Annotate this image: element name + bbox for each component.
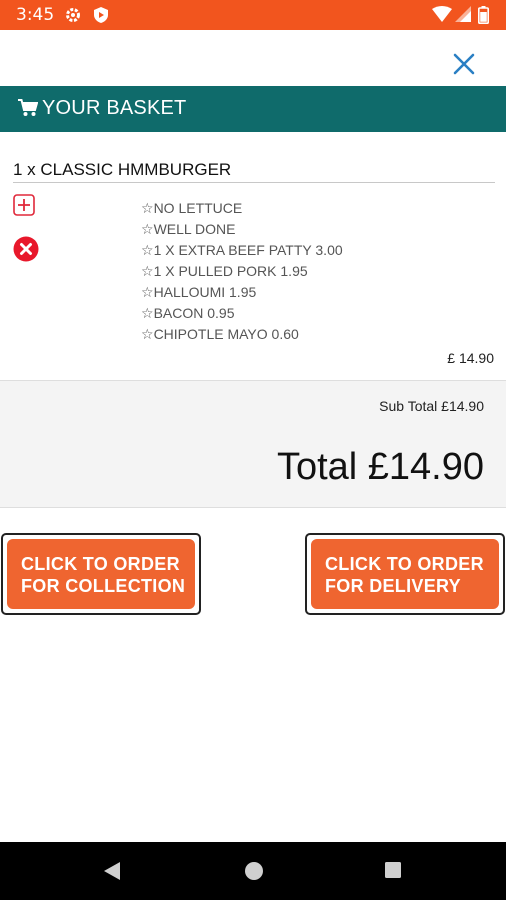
star-icon: ☆	[141, 284, 154, 300]
list-item: ☆WELL DONE	[141, 221, 236, 237]
subtotal-text: Sub Total £14.90	[379, 398, 484, 414]
back-icon	[104, 862, 120, 880]
list-item: ☆HALLOUMI 1.95	[141, 284, 257, 300]
star-icon: ☆	[141, 221, 154, 237]
star-icon: ☆	[141, 200, 154, 216]
home-icon	[245, 862, 263, 880]
status-bar: 3:45	[0, 0, 506, 30]
star-icon: ☆	[141, 242, 154, 258]
basket-screen: 3:45 YOUR BASKET 1 x CLASSIC HMMBURGER ☆…	[0, 0, 506, 900]
plus-icon	[13, 194, 35, 216]
order-delivery-button[interactable]: CLICK TO ORDER FOR DELIVERY	[305, 533, 505, 615]
subtotal-section: Sub Total £14.90	[0, 380, 506, 430]
list-item: ☆NO LETTUCE	[141, 200, 243, 216]
list-item: ☆1 X PULLED PORK 1.95	[141, 263, 308, 279]
item-options-list: ☆NO LETTUCE ☆WELL DONE ☆1 X EXTRA BEEF P…	[141, 200, 343, 347]
battery-icon	[478, 6, 489, 29]
settings-icon	[64, 6, 82, 29]
add-item-button[interactable]	[13, 194, 35, 216]
basket-header: YOUR BASKET	[0, 86, 506, 132]
star-icon: ☆	[141, 326, 154, 342]
basket-title: YOUR BASKET	[42, 97, 187, 119]
signal-icon	[455, 6, 471, 27]
item-divider	[13, 182, 495, 183]
total-text: Total £14.90	[276, 446, 484, 488]
order-collection-label: CLICK TO ORDER FOR COLLECTION	[7, 539, 195, 609]
shield-play-icon	[92, 6, 110, 29]
star-icon: ☆	[141, 305, 154, 321]
list-item: ☆BACON 0.95	[141, 305, 235, 321]
remove-icon	[13, 236, 39, 262]
cart-icon	[18, 99, 39, 122]
recents-button[interactable]	[384, 861, 402, 884]
order-delivery-label: CLICK TO ORDER FOR DELIVERY	[311, 539, 499, 609]
item-price: £ 14.90	[447, 350, 494, 366]
close-button[interactable]	[450, 50, 478, 78]
order-collection-button[interactable]: CLICK TO ORDER FOR COLLECTION	[1, 533, 201, 615]
list-item: ☆1 X EXTRA BEEF PATTY 3.00	[141, 242, 343, 258]
wifi-icon	[432, 6, 452, 27]
status-time: 3:45	[16, 5, 55, 25]
navigation-bar	[0, 842, 506, 900]
remove-item-button[interactable]	[13, 236, 39, 262]
close-icon	[453, 53, 475, 75]
home-button[interactable]	[244, 861, 264, 886]
item-title: 1 x CLASSIC HMMBURGER	[13, 160, 232, 179]
recents-icon	[385, 862, 401, 878]
total-section: Total £14.90	[0, 429, 506, 508]
star-icon: ☆	[141, 263, 154, 279]
list-item: ☆CHIPOTLE MAYO 0.60	[141, 326, 299, 342]
back-button[interactable]	[103, 861, 121, 886]
